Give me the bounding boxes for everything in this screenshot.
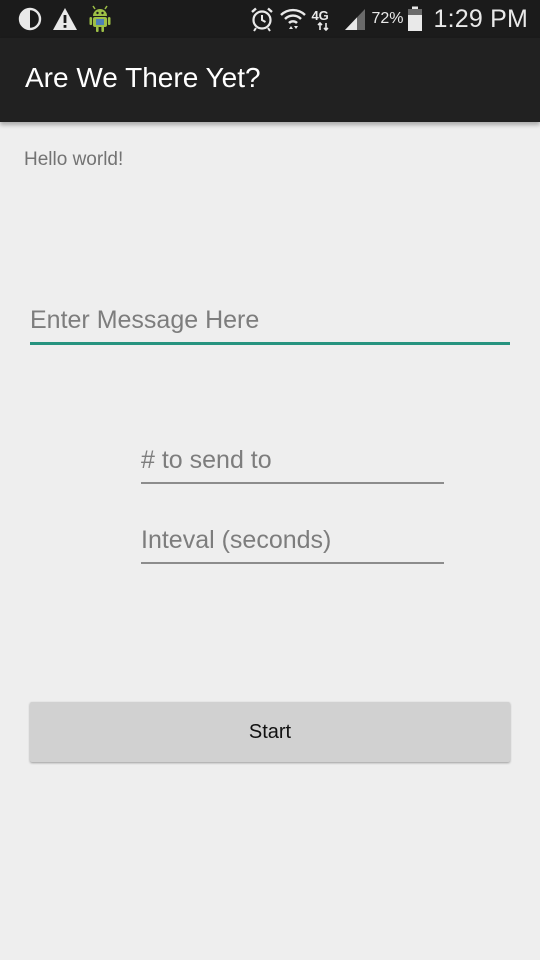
battery-icon — [407, 6, 423, 32]
wifi-icon — [279, 6, 307, 32]
message-input-underline — [30, 342, 510, 345]
interval-input[interactable] — [141, 516, 444, 564]
start-button[interactable]: Start — [30, 702, 510, 762]
warning-icon — [52, 7, 78, 31]
number-field — [141, 436, 444, 484]
message-field — [30, 296, 510, 345]
alarm-icon — [249, 6, 275, 32]
status-bar-system: 4G 72% 1:29 PM — [249, 4, 528, 34]
half-moon-icon — [18, 7, 42, 31]
interval-input-underline — [141, 562, 444, 564]
phone-number-input[interactable] — [141, 436, 444, 484]
status-bar: 4G 72% 1:29 PM — [0, 0, 540, 38]
status-bar-notifications — [18, 5, 112, 33]
hello-world-text: Hello world! — [24, 149, 124, 170]
network-4g-icon: 4G — [311, 6, 339, 32]
android-icon — [88, 5, 112, 33]
message-input[interactable] — [30, 296, 510, 345]
battery-percent: 72% — [371, 10, 404, 27]
interval-field — [141, 516, 444, 564]
status-bar-time: 1:29 PM — [433, 4, 528, 33]
signal-icon — [343, 7, 367, 31]
app-title: Are We There Yet? — [25, 62, 261, 93]
phone-number-input-underline — [141, 482, 444, 484]
app-bar: Are We There Yet? — [0, 38, 540, 122]
